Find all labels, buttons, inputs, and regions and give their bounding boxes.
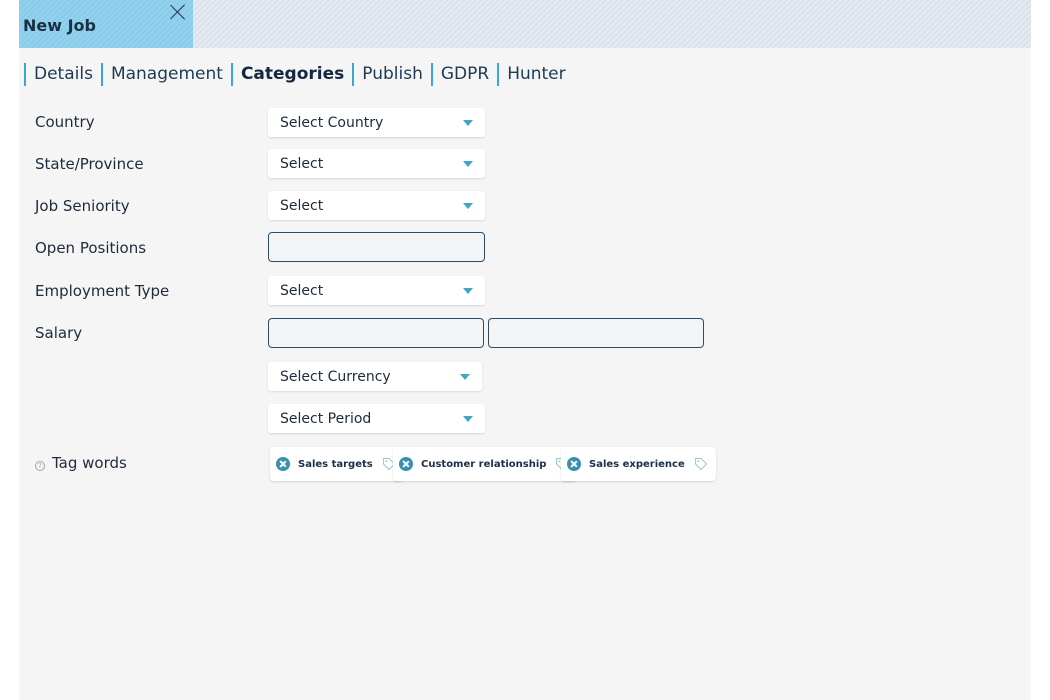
employment-type-select-value: Select: [280, 283, 324, 299]
country-label: Country: [35, 113, 95, 131]
currency-select[interactable]: Select Currency: [268, 362, 482, 391]
tab-management[interactable]: Management: [103, 64, 231, 84]
tag-chip: Sales experience: [561, 447, 716, 481]
window-title: New Job: [23, 16, 96, 35]
remove-tag-icon[interactable]: [399, 457, 413, 471]
seniority-select-value: Select: [280, 198, 324, 214]
tag-chip: Sales targets: [270, 447, 404, 481]
tab-hunter[interactable]: Hunter: [499, 64, 573, 84]
employment-type-select[interactable]: Select: [268, 276, 485, 305]
country-select[interactable]: Select Country: [268, 108, 485, 137]
seniority-label: Job Seniority: [35, 197, 130, 215]
tab-categories[interactable]: Categories: [233, 64, 352, 84]
currency-select-value: Select Currency: [280, 369, 391, 385]
seniority-select[interactable]: Select: [268, 191, 485, 220]
caret-down-icon: [463, 203, 473, 209]
period-select-value: Select Period: [280, 411, 372, 427]
window-tab-bar: New Job: [19, 0, 1031, 48]
caret-down-icon: [463, 120, 473, 126]
salary-max-input[interactable]: [488, 318, 704, 348]
open-positions-input[interactable]: [268, 232, 485, 262]
open-positions-label: Open Positions: [35, 239, 147, 257]
remove-tag-icon[interactable]: [567, 457, 581, 471]
job-window-tab[interactable]: New Job: [19, 0, 193, 48]
tag-words-label: Tag words: [52, 454, 127, 472]
caret-down-icon: [460, 374, 470, 380]
tag-chip-label: Customer relationship: [421, 458, 547, 470]
section-tabs: Details Management Categories Publish GD…: [24, 62, 574, 86]
tab-gdpr[interactable]: GDPR: [433, 64, 497, 84]
country-select-value: Select Country: [280, 115, 384, 131]
tag-chip-label: Sales targets: [298, 458, 373, 470]
state-label: State/Province: [35, 155, 144, 173]
caret-down-icon: [463, 288, 473, 294]
remove-tag-icon[interactable]: [276, 457, 290, 471]
state-select[interactable]: Select: [268, 149, 485, 178]
tag-icon[interactable]: [694, 457, 708, 471]
salary-label: Salary: [35, 324, 83, 342]
salary-min-input[interactable]: [268, 318, 484, 348]
employment-type-label: Employment Type: [35, 282, 170, 300]
caret-down-icon: [463, 416, 473, 422]
state-select-value: Select: [280, 156, 324, 172]
tab-publish[interactable]: Publish: [354, 64, 431, 84]
tag-chip-label: Sales experience: [589, 458, 685, 470]
tag-chip: Customer relationship: [393, 447, 578, 481]
help-icon[interactable]: ?: [35, 461, 45, 471]
close-icon[interactable]: [168, 2, 188, 22]
tab-details[interactable]: Details: [26, 64, 101, 84]
new-job-panel: New Job Details Management Categories Pu…: [19, 0, 1031, 700]
caret-down-icon: [463, 161, 473, 167]
period-select[interactable]: Select Period: [268, 404, 485, 433]
